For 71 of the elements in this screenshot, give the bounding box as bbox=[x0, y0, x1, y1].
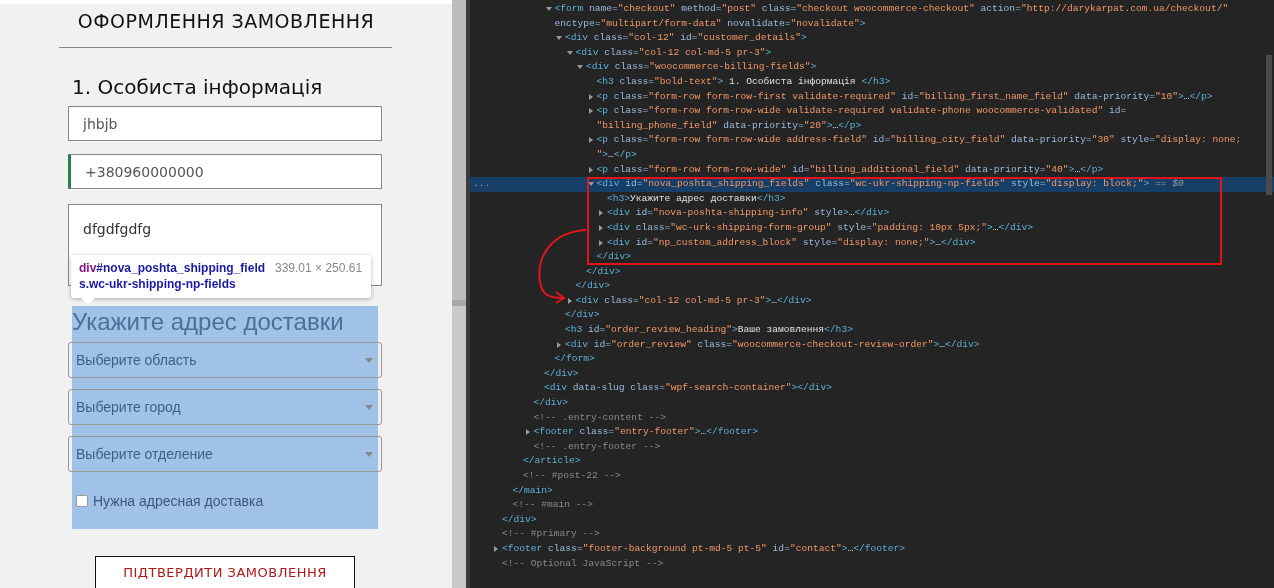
closing-tag-line: </div> bbox=[585, 264, 622, 279]
section-heading: 1. Особиста інформація bbox=[72, 75, 323, 99]
closing-tag-line: </div> bbox=[574, 279, 612, 294]
shipping-heading: Укажите адрес доставки bbox=[72, 308, 344, 336]
caret-icon bbox=[365, 357, 373, 363]
select-dropdown[interactable]: Выберите город bbox=[68, 389, 382, 425]
dom-node-line[interactable]: ">…</p> bbox=[470, 147, 1274, 163]
dom-node-line[interactable]: <!-- Optional JavaScript --> bbox=[470, 556, 1274, 572]
dom-node-line[interactable]: <div class="col-12" id="customer_details"> bbox=[470, 31, 1274, 46]
dom-node-line[interactable]: <p class="form-row form-row-wide address-field" id="billing_city_field" data-priority="30" style="display: none; bbox=[470, 133, 1274, 148]
expanded-triangle-icon[interactable] bbox=[545, 6, 552, 12]
panel-scrollbar[interactable] bbox=[1266, 55, 1272, 195]
dom-node-line[interactable]: <h3 id="order_review_heading">Ваше замовлення</h3> bbox=[470, 323, 1274, 338]
expanded-triangle-icon[interactable] bbox=[577, 64, 583, 71]
input-field[interactable]: +380960000000 bbox=[68, 154, 382, 189]
closing-tag-line: </div> bbox=[501, 512, 538, 527]
dom-node-line[interactable]: <div data-slug class="wpf-search-container"></div> bbox=[470, 381, 1274, 397]
closing-tag-line: </main> bbox=[511, 483, 554, 498]
page-scrollbar[interactable] bbox=[452, 0, 470, 588]
dom-node-line[interactable]: <div id="nova-poshta-shipping-info" style>…</div> bbox=[470, 206, 1274, 221]
closing-tag-line: </div> bbox=[543, 366, 580, 381]
collapsed-triangle-icon[interactable] bbox=[556, 341, 562, 348]
collapsed-triangle-icon[interactable] bbox=[493, 545, 499, 552]
dom-node-line[interactable]: <!-- #main --> bbox=[470, 498, 1274, 513]
dom-node-line[interactable]: <div class="col-12 col-md-5 pr-3"> bbox=[470, 45, 1274, 61]
dom-node-line[interactable]: <h3 class="bold-text"> 1. Особиста інформація </h3> bbox=[470, 74, 1274, 90]
collapsed-triangle-icon[interactable] bbox=[587, 166, 594, 173]
confirm-order-button[interactable]: ПІДТВЕРДИТИ ЗАМОВЛЕННЯ bbox=[95, 556, 355, 588]
collapsed-triangle-icon[interactable] bbox=[587, 137, 594, 144]
dom-node-line[interactable]: "billing_phone_field" data-priority="20">…</p> bbox=[470, 118, 1274, 134]
expanded-triangle-icon[interactable] bbox=[566, 49, 573, 56]
closing-tag-line: </div> bbox=[564, 308, 601, 323]
dom-node-line[interactable]: <div id="np_custom_address_block" style="display: none;">…</div> bbox=[470, 235, 1274, 251]
element-size: 339.01 × 250.61 bbox=[275, 260, 363, 277]
dom-node-line[interactable]: <p class="form-row form-row-wide validate-required validate-phone woocommerce-validated" id= bbox=[470, 104, 1274, 119]
closing-tag-line: </div> bbox=[532, 396, 570, 411]
dom-node-line[interactable]: <footer class="footer-background pt-md-5 pt-5" id="contact">…</footer> bbox=[470, 541, 1274, 557]
closing-tag-line: </article> bbox=[522, 454, 582, 469]
collapsed-triangle-icon[interactable] bbox=[587, 108, 594, 115]
collapsed-triangle-icon[interactable] bbox=[598, 239, 604, 246]
dom-node-line[interactable]: <p class="form-row form-row-wide" id="billing_additional_field" data-priority="40">…</p> bbox=[470, 162, 1274, 178]
selection-dots: ... bbox=[473, 177, 491, 192]
input-field[interactable]: jhbjb bbox=[68, 106, 382, 141]
collapsed-triangle-icon[interactable] bbox=[587, 93, 594, 100]
dom-node-line[interactable]: <!-- .entry-footer --> bbox=[470, 439, 1274, 455]
dom-node-line[interactable]: <footer class="entry-footer">…</footer> bbox=[470, 425, 1274, 440]
select-dropdown[interactable]: Выберите область bbox=[68, 342, 382, 378]
dom-node-line[interactable]: <div id="order_review" class="woocommerce-checkout-review-order">…</div> bbox=[470, 337, 1274, 353]
dom-node-line[interactable]: <div class="col-12 col-md-5 pr-3">…</div> bbox=[470, 293, 1274, 309]
closing-tag-line: </form> bbox=[553, 352, 596, 367]
collapsed-triangle-icon[interactable] bbox=[598, 224, 604, 231]
caret-icon bbox=[365, 451, 373, 457]
dom-node-line[interactable]: <h3>Укажите адрес доставки</h3> bbox=[470, 191, 1274, 207]
checkbox[interactable] bbox=[76, 495, 88, 507]
collapsed-triangle-icon[interactable] bbox=[566, 297, 573, 304]
dom-node-line[interactable]: <!-- #post-22 --> bbox=[470, 469, 1274, 484]
dom-node-line[interactable]: <form name="checkout" method="post" class="checkout woocommerce-checkout" action="http://darykarpat.com.ua/checkout/" bbox=[470, 2, 1274, 17]
dom-node-line[interactable]: <div class="woocommerce-billing-fields"> bbox=[470, 60, 1274, 75]
collapsed-triangle-icon[interactable] bbox=[524, 429, 531, 436]
dom-node-line[interactable]: <p class="form-row form-row-first validate-required" id="billing_first_name_field" data-priority="10">…</p> bbox=[470, 89, 1274, 105]
dom-node-line[interactable]: <!-- #primary --> bbox=[470, 527, 1274, 542]
caret-icon bbox=[365, 404, 373, 410]
closing-tag-line: </div> bbox=[595, 250, 633, 265]
dom-node-line[interactable]: enctype="multipart/form-data" novalidate="novalidate"> bbox=[470, 16, 1274, 32]
collapsed-triangle-icon[interactable] bbox=[598, 210, 604, 217]
page-title: ОФОРМЛЕННЯ ЗАМОВЛЕННЯ bbox=[77, 10, 375, 32]
dom-node-line[interactable]: <!-- .entry-content --> bbox=[470, 410, 1274, 426]
dom-node-line[interactable]: <div class="wc-urk-shipping-form-group" style="padding: 10px 5px;">…</div> bbox=[470, 220, 1274, 236]
expanded-triangle-icon[interactable] bbox=[556, 35, 562, 42]
expanded-triangle-icon[interactable] bbox=[587, 181, 594, 188]
select-dropdown[interactable]: Выберите отделение bbox=[68, 436, 382, 472]
